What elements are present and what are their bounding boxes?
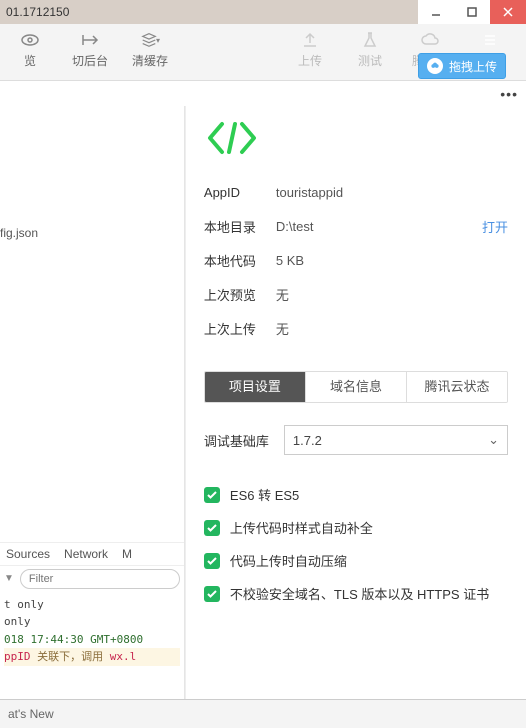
last-preview-value: 无 <box>276 285 508 304</box>
eye-icon <box>20 30 40 50</box>
tab-network[interactable]: Network <box>64 547 108 561</box>
check-label: 代码上传时自动压缩 <box>230 551 347 570</box>
info-row-lastpreview: 上次预览 无 <box>204 277 508 311</box>
clear-cache-button[interactable]: ▾ 清缓存 <box>130 30 170 69</box>
check-row-es6[interactable]: ES6 转 ES5 <box>204 485 508 504</box>
local-code-value: 5 KB <box>276 253 508 268</box>
info-row-localcode: 本地代码 5 KB <box>204 243 508 277</box>
appid-label: AppID <box>204 185 276 200</box>
close-button[interactable] <box>490 0 526 24</box>
console-output: t only only 018 17:44:30 GMT+0800 ppID 关… <box>0 592 184 670</box>
chevron-down-icon: ⌄ <box>488 432 499 448</box>
last-upload-value: 无 <box>276 319 508 338</box>
upload-icon <box>300 30 320 50</box>
last-upload-label: 上次上传 <box>204 319 276 338</box>
project-header <box>186 106 526 171</box>
window-title: 01.1712150 <box>0 5 418 19</box>
settings-checkbox-list: ES6 转 ES5 上传代码时样式自动补全 代码上传时自动压缩 不校验安全域名、… <box>204 485 508 603</box>
console-line: 018 17:44:30 GMT+0800 <box>4 631 180 649</box>
info-row-appid: AppID touristappid <box>204 175 508 209</box>
local-code-label: 本地代码 <box>204 251 276 270</box>
content-area: fig.json Sources Network M ▼ t only only… <box>0 106 526 728</box>
checkbox-checked-icon <box>204 586 220 602</box>
panel-tabs: 项目设置 域名信息 腾讯云状态 <box>204 371 508 403</box>
console-warning-line: ppID 关联下，调用 wx.l <box>4 648 180 666</box>
check-label: 不校验安全域名、TLS 版本以及 HTTPS 证书 <box>230 584 489 603</box>
tab-project-settings[interactable]: 项目设置 <box>205 372 305 402</box>
check-label: ES6 转 ES5 <box>230 485 299 504</box>
check-row-nocheck[interactable]: 不校验安全域名、TLS 版本以及 HTTPS 证书 <box>204 584 508 603</box>
file-tree: fig.json <box>0 106 184 248</box>
details-panel: AppID touristappid 本地目录 D:\test 打开 本地代码 … <box>185 106 526 728</box>
base-lib-value: 1.7.2 <box>293 433 322 448</box>
toggle-icon <box>80 30 100 50</box>
drag-upload-button[interactable]: 拖拽上传 <box>418 53 506 79</box>
maximize-button[interactable] <box>454 0 490 24</box>
project-info: AppID touristappid 本地目录 D:\test 打开 本地代码 … <box>186 171 526 359</box>
sub-toolbar: ••• <box>0 81 526 107</box>
menu-icon <box>480 30 500 50</box>
title-bar: 01.1712150 <box>0 0 526 24</box>
local-dir-value: D:\test <box>276 219 482 234</box>
app-window: 01.1712150 拖拽上传 览 <box>0 0 526 728</box>
check-label: 上传代码时样式自动补全 <box>230 518 373 537</box>
preview-button[interactable]: 览 <box>10 30 50 69</box>
minimize-button[interactable] <box>418 0 454 24</box>
tab-m[interactable]: M <box>122 547 132 561</box>
cloud-icon <box>420 30 440 50</box>
tab-domain-info[interactable]: 域名信息 <box>305 372 406 402</box>
info-row-lastupload: 上次上传 无 <box>204 311 508 345</box>
console-line: only <box>4 613 180 631</box>
tab-sources[interactable]: Sources <box>6 547 50 561</box>
stack-icon: ▾ <box>140 30 160 50</box>
filter-input[interactable] <box>20 569 180 589</box>
checkbox-checked-icon <box>204 520 220 536</box>
left-column: fig.json Sources Network M ▼ t only only… <box>0 106 185 728</box>
checkbox-checked-icon <box>204 553 220 569</box>
last-preview-label: 上次预览 <box>204 285 276 304</box>
devtools-tabs: Sources Network M <box>0 542 184 565</box>
local-dir-label: 本地目录 <box>204 217 276 236</box>
open-dir-link[interactable]: 打开 <box>482 217 508 236</box>
check-row-style[interactable]: 上传代码时样式自动补全 <box>204 518 508 537</box>
checkbox-checked-icon <box>204 487 220 503</box>
upload-button[interactable]: 上传 <box>290 30 330 69</box>
base-lib-label: 调试基础库 <box>204 431 284 450</box>
more-menu-button[interactable]: ••• <box>496 86 522 102</box>
whats-new-bar[interactable]: at's New <box>0 699 526 728</box>
appid-value: touristappid <box>276 185 508 200</box>
filter-bar: ▼ <box>0 565 184 592</box>
console-line: t only <box>4 596 180 614</box>
window-controls <box>418 0 526 24</box>
toggle-back-button[interactable]: 切后台 <box>70 30 110 69</box>
app-body: 拖拽上传 览 切后台 ▾ 清缓存 <box>0 24 526 728</box>
code-logo-icon <box>204 148 260 163</box>
flask-icon <box>360 30 380 50</box>
info-row-localdir: 本地目录 D:\test 打开 <box>204 209 508 243</box>
drag-upload-label: 拖拽上传 <box>449 58 497 75</box>
test-button[interactable]: 测试 <box>350 30 390 69</box>
tab-cloud-status[interactable]: 腾讯云状态 <box>406 372 507 402</box>
check-row-compress[interactable]: 代码上传时自动压缩 <box>204 551 508 570</box>
tree-file-item[interactable]: fig.json <box>0 226 176 240</box>
filter-caret-icon[interactable]: ▼ <box>4 573 14 584</box>
toolbar-left-group: 览 切后台 ▾ 清缓存 <box>0 24 186 69</box>
base-lib-row: 调试基础库 1.7.2 ⌄ <box>204 425 508 455</box>
base-lib-select[interactable]: 1.7.2 ⌄ <box>284 425 508 455</box>
cloud-disk-icon <box>427 58 443 74</box>
